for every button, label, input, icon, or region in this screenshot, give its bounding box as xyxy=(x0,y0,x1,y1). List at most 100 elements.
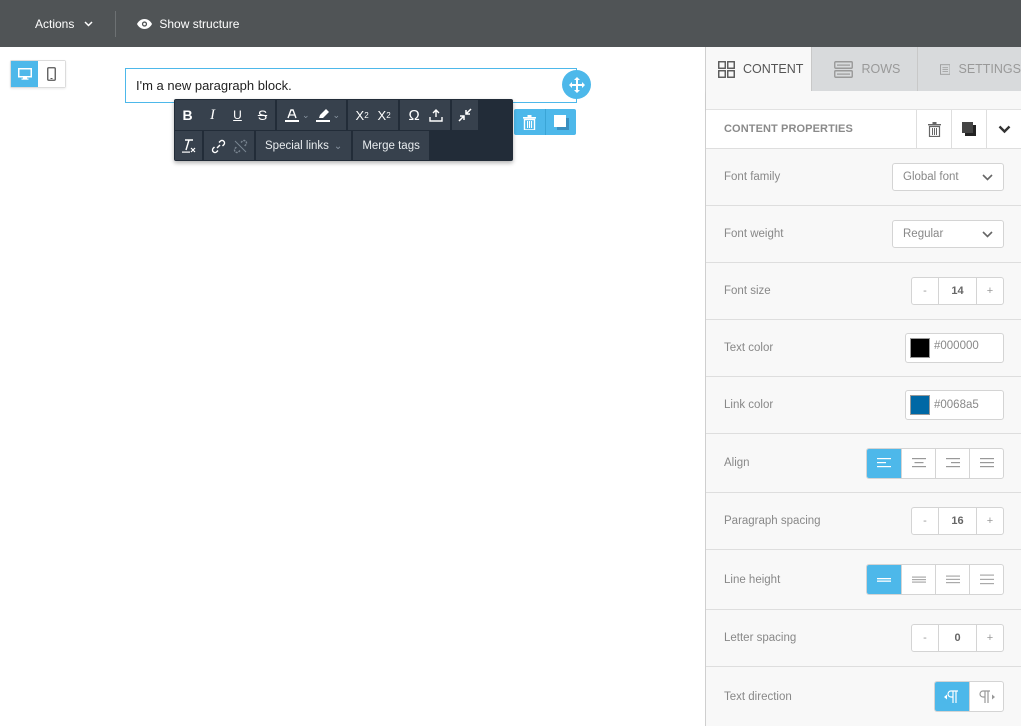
clear-format-icon xyxy=(182,139,196,153)
collapse-properties-button[interactable] xyxy=(986,109,1021,149)
align-label: Align xyxy=(724,457,750,469)
merge-tags-button[interactable]: Merge tags xyxy=(353,131,429,161)
paragraph-spacing-value[interactable]: 16 xyxy=(938,508,977,534)
text-direction-rtl-button[interactable] xyxy=(969,682,1003,711)
collapse-toolbar-button[interactable] xyxy=(452,100,478,130)
upload-icon xyxy=(429,108,443,122)
paragraph-spacing-row: Paragraph spacing - 16 + xyxy=(706,493,1021,550)
desktop-icon xyxy=(17,68,32,80)
insert-link-button[interactable] xyxy=(204,131,229,161)
font-size-row: Font size - 14 + xyxy=(706,263,1021,320)
letter-spacing-label: Letter spacing xyxy=(724,632,797,644)
basic-format-group: B I U S xyxy=(175,100,275,130)
line-height-triple-button[interactable] xyxy=(969,565,1003,594)
letter-spacing-increase-button[interactable]: + xyxy=(977,625,1003,651)
paragraph-block[interactable]: I'm a new paragraph block. xyxy=(125,68,577,103)
document-settings-icon xyxy=(940,63,951,75)
line-height-label: Line height xyxy=(724,573,781,586)
chevron-down-icon xyxy=(998,125,1010,133)
letter-spacing-row: Letter spacing - 0 + xyxy=(706,610,1021,667)
text-color-row: Text color #000000 xyxy=(706,320,1021,377)
delete-content-button[interactable] xyxy=(916,109,951,149)
align-justify-icon xyxy=(979,458,994,468)
text-color-button[interactable]: ⌄ xyxy=(277,100,313,130)
line-height-1-5-icon xyxy=(911,576,926,583)
text-direction-ltr-button[interactable] xyxy=(935,682,969,711)
chevron-down-icon xyxy=(982,230,993,238)
move-icon xyxy=(568,76,585,93)
panel-tabs: CONTENT ROWS SETTINGS xyxy=(706,47,1021,91)
text-format-toolbar: B I U S ⌄ ⌄ X2 X2 Ω Special links ⌄ Merg… xyxy=(174,99,513,161)
move-block-handle[interactable] xyxy=(562,70,591,99)
show-structure-button[interactable]: Show structure xyxy=(116,17,239,31)
paragraph-spacing-label: Paragraph spacing xyxy=(724,515,821,527)
letter-spacing-value[interactable]: 0 xyxy=(938,625,977,651)
link-color-row: Link color #0068a5 xyxy=(706,377,1021,434)
paragraph-text[interactable]: I'm a new paragraph block. xyxy=(136,78,292,93)
delete-block-button[interactable] xyxy=(514,109,545,135)
highlight-color-button[interactable]: ⌄ xyxy=(313,100,347,130)
align-center-icon xyxy=(911,458,926,468)
align-right-icon xyxy=(945,458,960,468)
line-height-double-button[interactable] xyxy=(935,565,969,594)
letter-spacing-stepper: - 0 + xyxy=(911,624,1004,652)
rtl-icon xyxy=(978,689,995,703)
align-right-button[interactable] xyxy=(935,448,969,478)
duplicate-block-button[interactable] xyxy=(545,109,576,135)
tab-spacer xyxy=(706,91,1021,110)
link-icon xyxy=(211,139,225,153)
align-center-button[interactable] xyxy=(901,448,935,478)
merge-tags-label: Merge tags xyxy=(362,140,420,152)
block-actions xyxy=(514,109,576,135)
font-size-increase-button[interactable]: + xyxy=(977,278,1003,304)
font-family-select[interactable]: Global font xyxy=(892,163,1004,191)
paragraph-spacing-decrease-button[interactable]: - xyxy=(912,508,938,534)
duplicate-content-button[interactable] xyxy=(951,109,986,149)
eye-icon xyxy=(137,18,153,29)
subscript-button[interactable]: X2 xyxy=(373,100,398,130)
special-character-button[interactable]: Ω xyxy=(400,100,425,130)
superscript-button[interactable]: X2 xyxy=(348,100,373,130)
ltr-icon xyxy=(944,689,958,703)
actions-menu-button[interactable]: Actions xyxy=(0,10,117,37)
mobile-view-button[interactable] xyxy=(38,61,65,87)
editor-canvas: I'm a new paragraph block. B I U S ⌄ ⌄ X… xyxy=(0,47,705,726)
font-weight-label: Font weight xyxy=(724,228,784,240)
align-justify-button[interactable] xyxy=(969,448,1003,478)
font-weight-select[interactable]: Regular xyxy=(892,220,1004,248)
line-height-single-button[interactable] xyxy=(867,565,901,594)
link-color-input[interactable]: #0068a5 xyxy=(905,390,1004,420)
clear-formatting-button[interactable] xyxy=(175,131,202,161)
tab-rows[interactable]: ROWS xyxy=(811,47,917,91)
bold-button[interactable]: B xyxy=(175,100,200,130)
font-size-value[interactable]: 14 xyxy=(938,278,977,304)
strikethrough-button[interactable]: S xyxy=(250,100,275,130)
line-height-single-icon xyxy=(877,577,891,582)
desktop-view-button[interactable] xyxy=(11,61,38,87)
trash-icon xyxy=(523,114,536,130)
remove-link-button[interactable] xyxy=(229,131,254,161)
text-color-input[interactable]: #000000 xyxy=(905,333,1004,363)
upload-button[interactable] xyxy=(425,100,450,130)
underline-button[interactable]: U xyxy=(225,100,250,130)
align-left-button[interactable] xyxy=(867,448,901,478)
letter-spacing-decrease-button[interactable]: - xyxy=(912,625,938,651)
special-links-group: Special links ⌄ xyxy=(256,131,352,161)
chevron-down-icon: ⌄ xyxy=(332,109,341,120)
font-size-label: Font size xyxy=(724,285,771,297)
text-color-swatch[interactable] xyxy=(910,338,930,358)
paragraph-spacing-increase-button[interactable]: + xyxy=(977,508,1003,534)
tab-content[interactable]: CONTENT xyxy=(706,47,812,91)
line-height-triple-icon xyxy=(979,574,994,585)
tab-settings[interactable]: SETTINGS xyxy=(917,47,1021,91)
link-color-swatch[interactable] xyxy=(910,395,930,415)
font-family-value: Global font xyxy=(903,171,959,183)
device-toggle xyxy=(10,60,66,88)
grid-icon xyxy=(718,60,735,78)
font-size-decrease-button[interactable]: - xyxy=(912,278,938,304)
italic-button[interactable]: I xyxy=(200,100,225,130)
special-links-dropdown[interactable]: Special links ⌄ xyxy=(256,131,351,161)
tab-content-label: CONTENT xyxy=(743,62,804,76)
line-height-1-5-button[interactable] xyxy=(901,565,935,594)
merge-tags-group: Merge tags xyxy=(353,131,429,160)
